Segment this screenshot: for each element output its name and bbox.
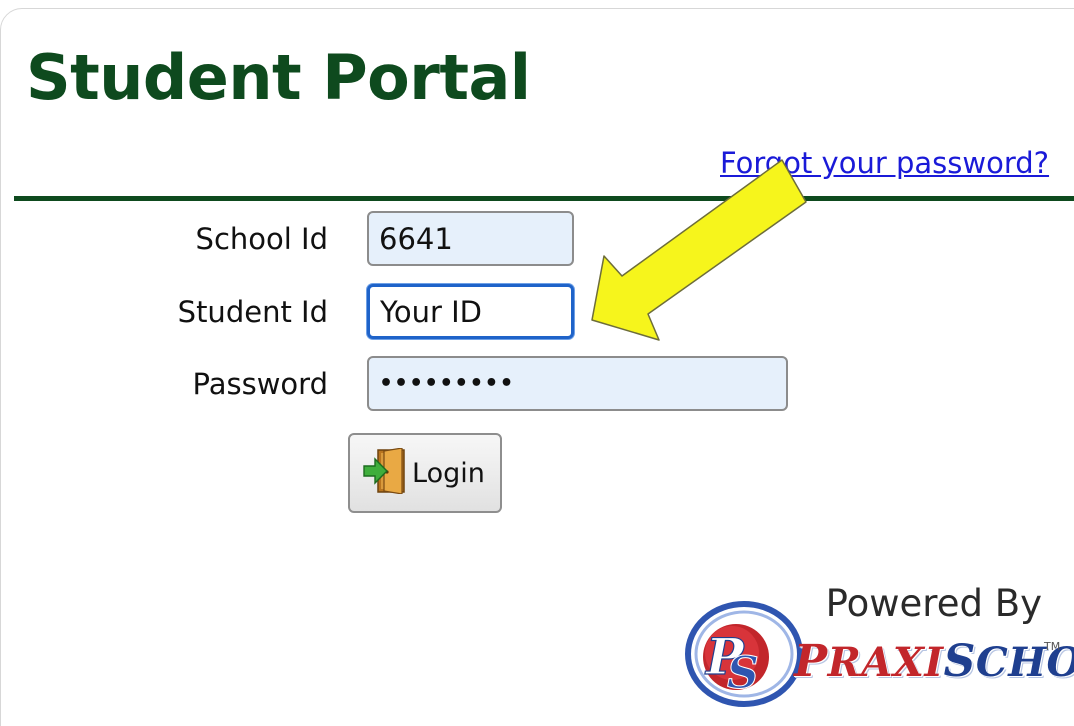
praxischool-logo-icon: P S: [684, 592, 806, 718]
brand-suffix-initial: S: [943, 636, 976, 687]
trademark-mark: TM: [1044, 640, 1061, 653]
brand-name: PRAXISCHOOL: [794, 636, 1074, 689]
brand-prefix-rest: RAXI: [827, 639, 944, 686]
brand-prefix-initial: P: [794, 636, 828, 687]
powered-by-text: Powered By: [825, 582, 1042, 625]
svg-text:S: S: [727, 648, 759, 699]
page-frame: Student Portal Forgot your password? Sch…: [0, 0, 1074, 726]
